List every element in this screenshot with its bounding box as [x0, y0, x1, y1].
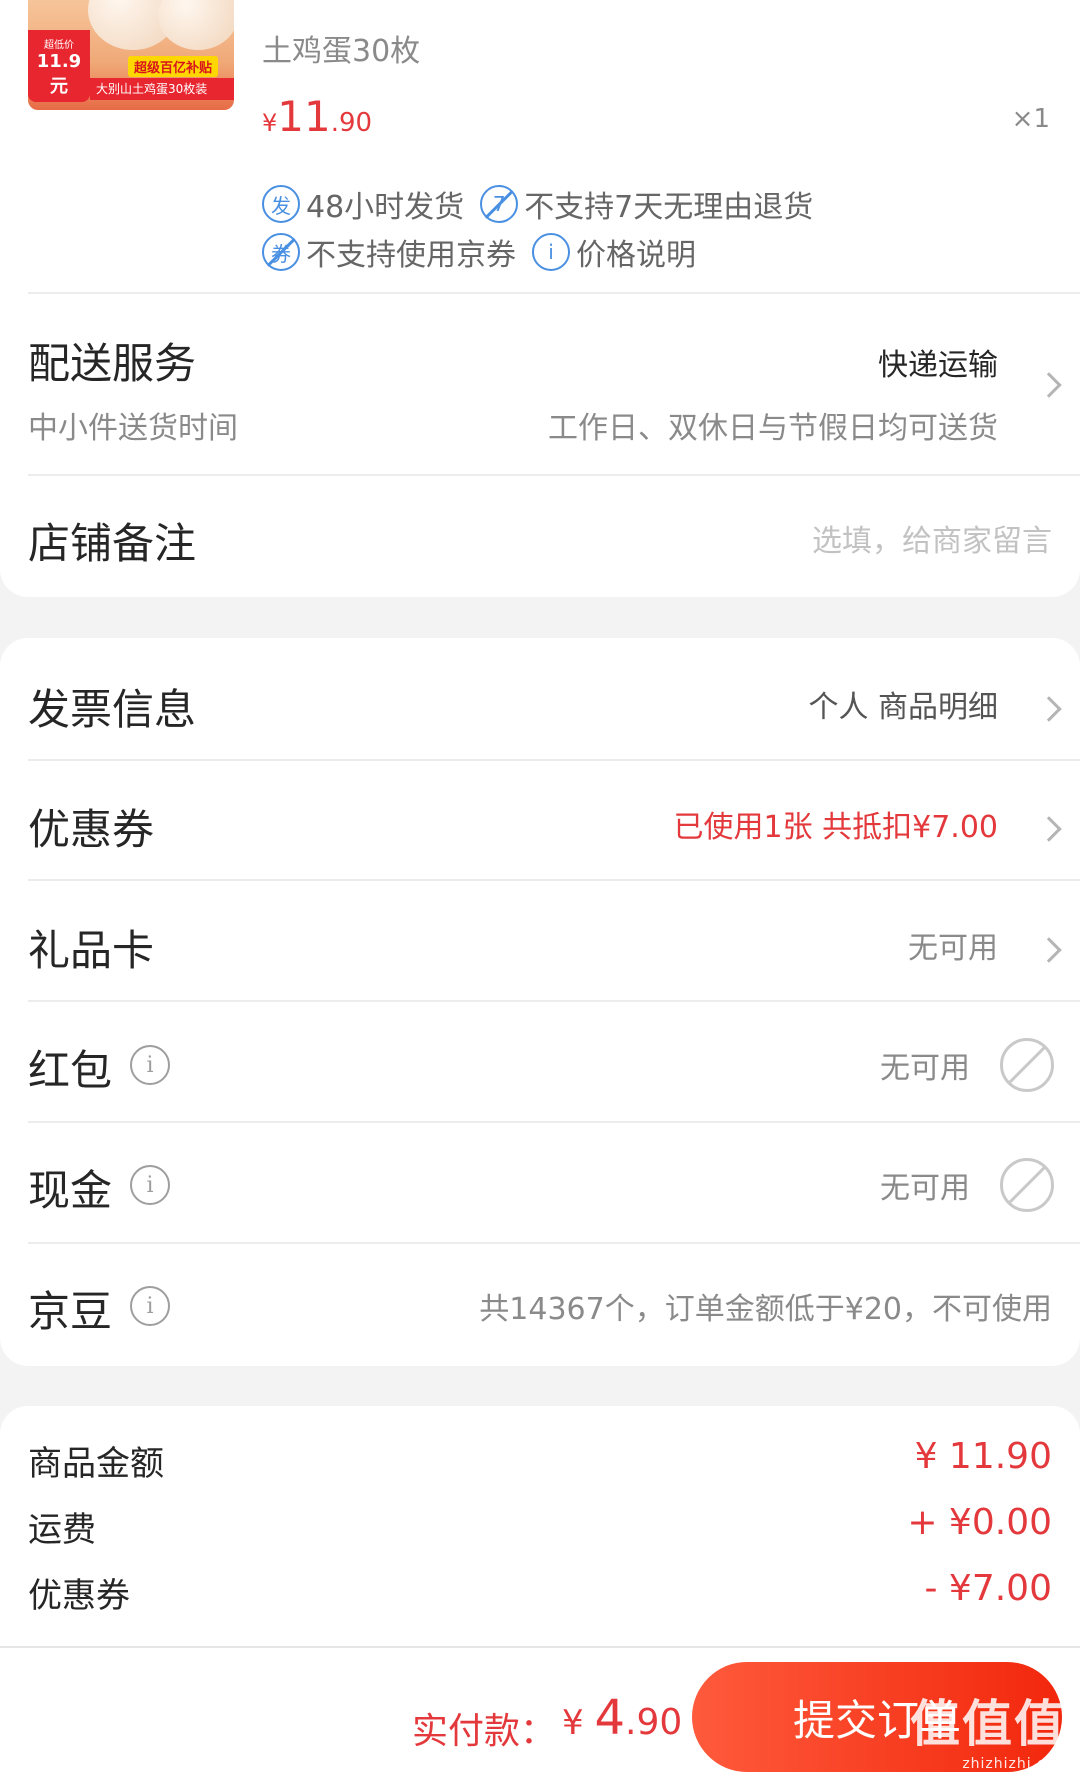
summary-value-goods: ¥ 11.90: [914, 1436, 1052, 1477]
chevron-right-icon: [1036, 372, 1062, 398]
pay-integer: 4: [594, 1690, 625, 1746]
summary-label-goods: 商品金额: [28, 1444, 164, 1484]
egg-image: [158, 0, 234, 50]
tag-no-7day-return: 7 不支持7天无理由退货: [480, 182, 813, 226]
delivery-time-label: 中小件送货时间: [28, 411, 238, 446]
thumb-price: 11.9元: [36, 51, 82, 97]
ship-icon: 发: [262, 185, 300, 223]
disabled-icon: [1000, 1158, 1054, 1212]
watermark-url: zhizhizhi.com: [962, 1756, 1070, 1772]
divider: [28, 759, 1080, 761]
thumb-price-tag: 超低价 11.9元: [28, 30, 90, 102]
chevron-right-icon: [1036, 937, 1062, 963]
info-icon[interactable]: i: [130, 1165, 170, 1205]
order-summary-card: 商品金额 ¥ 11.90 运费 + ¥0.00 优惠券 - ¥7.00: [0, 1406, 1080, 1646]
delivery-time-value: 工作日、双休日与节假日均可送货: [548, 411, 998, 446]
info-icon[interactable]: i: [130, 1286, 170, 1326]
info-icon: i: [532, 233, 570, 271]
tag-label: 价格说明: [576, 238, 696, 273]
no-return-icon: 7: [480, 185, 519, 223]
thumb-caption: 大别山土鸡蛋30枚装: [90, 78, 234, 100]
price-integer: 11: [277, 92, 331, 141]
product-thumbnail[interactable]: 超低价 11.9元 超级百亿补贴 大别山土鸡蛋30枚装: [28, 0, 234, 110]
shop-note-title: 店铺备注: [28, 519, 197, 568]
divider: [28, 474, 1080, 476]
checkout-bar: 实付款： ¥ 4.90 提交订单 值值值 zhizhizhi.com: [0, 1646, 1080, 1778]
red-packet-title: 红包: [28, 1046, 113, 1095]
divider: [28, 1242, 1080, 1244]
watermark-logo: 值值值: [910, 1695, 1066, 1753]
summary-value-shipping: + ¥0.00: [907, 1502, 1052, 1543]
pay-amount: ¥ 4.90: [562, 1690, 682, 1746]
tag-no-jd-coupon: 券 不支持使用京券: [262, 230, 516, 274]
disabled-icon: [1000, 1038, 1054, 1092]
jingdou-title: 京豆: [28, 1287, 113, 1336]
product-price: ¥11.90: [262, 92, 372, 141]
divider: [28, 1121, 1080, 1123]
red-packet-value: 无可用: [880, 1051, 970, 1086]
pay-symbol: ¥: [562, 1703, 595, 1743]
gift-card-title: 礼品卡: [28, 926, 155, 975]
summary-label-coupon: 优惠券: [28, 1576, 130, 1616]
tag-48h-shipping: 发 48小时发货: [262, 182, 464, 226]
chevron-right-icon: [1036, 696, 1062, 722]
gift-card-value: 无可用: [908, 931, 998, 966]
thumb-price-label: 超低价: [44, 40, 74, 51]
divider: [28, 1000, 1080, 1002]
divider: [28, 879, 1080, 881]
subsidy-badge: 超级百亿补贴: [128, 56, 219, 77]
invoice-value: 个人 商品明细: [808, 690, 998, 725]
summary-label-shipping: 运费: [28, 1510, 96, 1550]
cash-value: 无可用: [880, 1171, 970, 1206]
tag-label: 48小时发货: [306, 190, 465, 225]
product-card: 超低价 11.9元 超级百亿补贴 大别山土鸡蛋30枚装 土鸡蛋30枚 ¥11.9…: [0, 0, 1080, 597]
summary-value-coupon: - ¥7.00: [924, 1568, 1053, 1609]
delivery-title: 配送服务: [28, 339, 197, 388]
shop-note-input[interactable]: 选填，给商家留言: [812, 516, 1052, 560]
pay-decimal: .90: [625, 1702, 683, 1743]
payment-options-card: 发票信息 个人 商品明细 优惠券 已使用1张 共抵扣¥7.00 礼品卡 无可用 …: [0, 638, 1080, 1366]
price-symbol: ¥: [262, 109, 278, 137]
invoice-title: 发票信息: [28, 685, 197, 734]
product-title-cropped: [262, 0, 1002, 4]
tag-label: 不支持7天无理由退货: [524, 190, 814, 225]
coupon-value: 已使用1张 共抵扣¥7.00: [673, 810, 998, 845]
coupon-title: 优惠券: [28, 805, 155, 854]
no-coupon-icon: 券: [262, 233, 300, 271]
tag-label: 不支持使用京券: [306, 238, 516, 273]
info-icon[interactable]: i: [130, 1045, 170, 1085]
product-quantity: ×1: [1011, 104, 1050, 134]
product-spec: 土鸡蛋30枚: [262, 34, 421, 69]
divider: [28, 292, 1080, 294]
service-tags: 发 48小时发货 7 不支持7天无理由退货 券 不支持使用京券 i 价格说明: [262, 180, 1042, 276]
delivery-method: 快递运输: [878, 348, 998, 383]
pay-label: 实付款：: [412, 1711, 557, 1752]
price-decimal: .90: [330, 108, 373, 138]
tag-price-explanation[interactable]: i 价格说明: [532, 230, 696, 274]
cash-title: 现金: [28, 1166, 113, 1215]
jingdou-value: 共14367个，订单金额低于¥20，不可使用: [479, 1292, 1052, 1327]
chevron-right-icon: [1036, 816, 1062, 842]
